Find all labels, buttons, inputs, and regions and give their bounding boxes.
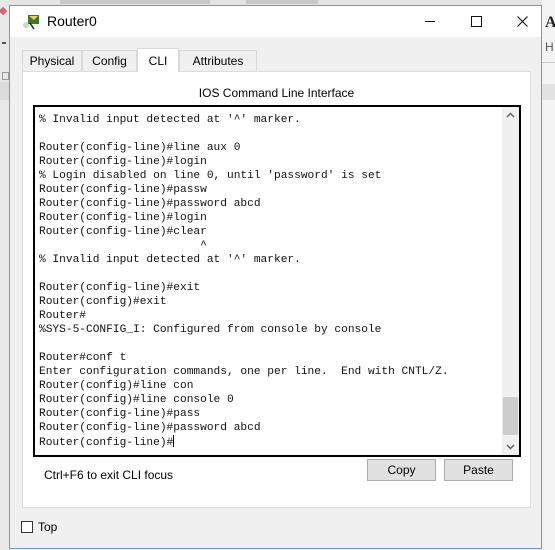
terminal-line: ^ xyxy=(39,240,207,252)
terminal-output[interactable]: ^ % Invalid input detected at '^' marker.… xyxy=(39,105,499,450)
terminal-line: Router(config-line)#exit xyxy=(39,282,201,294)
minimize-button[interactable] xyxy=(407,6,453,37)
tab-physical[interactable]: Physical xyxy=(22,50,82,71)
panel-title: IOS Command Line Interface xyxy=(198,86,355,100)
terminal-line: Router(config)#line con xyxy=(39,380,194,392)
scroll-thumb[interactable] xyxy=(503,397,518,435)
background-text-a: A xyxy=(545,14,555,31)
terminal-prompt: Router(config-line)# xyxy=(39,437,174,449)
terminal-line: Router(config-line)#login xyxy=(39,212,207,224)
terminal-line: % Login disabled on line 0, until 'passw… xyxy=(39,170,382,182)
tab-cli[interactable]: CLI xyxy=(137,48,179,72)
terminal-line: Router# xyxy=(39,310,86,322)
top-option[interactable]: Top xyxy=(21,520,57,534)
top-label: Top xyxy=(38,520,58,534)
minimize-icon xyxy=(425,21,435,22)
window-title: Router0 xyxy=(47,13,97,29)
background-strip xyxy=(0,82,9,100)
scroll-up-button[interactable] xyxy=(502,107,519,123)
terminal-line: Router(config)#line console 0 xyxy=(39,394,234,406)
background-box-icon xyxy=(2,72,9,80)
background-divider xyxy=(542,62,555,63)
background-dropdown-icon xyxy=(2,42,6,44)
router-window: Router0 Physical Config CLI Attributes I… xyxy=(9,5,542,549)
terminal-prompt-line[interactable]: Router(config-line)# xyxy=(39,435,499,450)
tab-config[interactable]: Config xyxy=(82,50,137,71)
terminal-line: Router(config-line)#line aux 0 xyxy=(39,142,241,154)
paste-button[interactable]: Paste xyxy=(444,459,513,481)
terminal-line: Router(config-line)#pass xyxy=(39,408,201,420)
terminal-line: %SYS-5-CONFIG_I: Configured from console… xyxy=(39,324,382,336)
terminal-line: Router#conf t xyxy=(39,352,127,364)
cli-terminal[interactable]: ^ % Invalid input detected at '^' marker.… xyxy=(33,105,521,457)
close-button[interactable] xyxy=(499,6,545,37)
cli-panel: IOS Command Line Interface ^ % Invalid in… xyxy=(22,71,531,508)
router-device-icon xyxy=(22,14,40,30)
terminal-line: Router(config-line)#clear xyxy=(39,226,207,238)
maximize-icon xyxy=(470,16,482,27)
terminal-line: Router(config)#exit xyxy=(39,296,167,308)
terminal-line: Router(config-line)#password abcd xyxy=(39,198,261,210)
background-text-h: H xyxy=(545,40,554,54)
terminal-line: Router(config-line)#password abcd xyxy=(39,422,261,434)
text-cursor xyxy=(173,435,175,447)
terminal-line: % Invalid input detected at '^' marker. xyxy=(39,114,301,126)
maximize-button[interactable] xyxy=(453,6,499,37)
terminal-line: % Invalid input detected at '^' marker. xyxy=(39,254,301,266)
terminal-scrollbar[interactable] xyxy=(502,107,519,455)
background-pencil-icon xyxy=(0,6,8,16)
terminal-line: Router(config-line)#login xyxy=(39,156,207,168)
terminal-line: Router(config-line)#passw xyxy=(39,184,207,196)
background-app-right-edge: A H xyxy=(542,0,555,550)
scroll-down-button[interactable] xyxy=(502,439,519,455)
background-strip xyxy=(542,84,555,100)
terminal-line: Enter configuration commands, one per li… xyxy=(39,366,449,378)
close-icon xyxy=(516,16,528,27)
chevron-up-icon xyxy=(506,112,515,118)
chevron-down-icon xyxy=(506,444,515,450)
copy-button[interactable]: Copy xyxy=(367,459,436,481)
background-app-left-edge xyxy=(0,0,9,550)
top-checkbox[interactable] xyxy=(21,521,33,533)
title-bar[interactable]: Router0 xyxy=(10,6,541,37)
terminal-line: ^ xyxy=(39,105,248,112)
cli-focus-hint: Ctrl+F6 to exit CLI focus xyxy=(44,468,174,482)
tab-attributes[interactable]: Attributes xyxy=(179,50,257,71)
